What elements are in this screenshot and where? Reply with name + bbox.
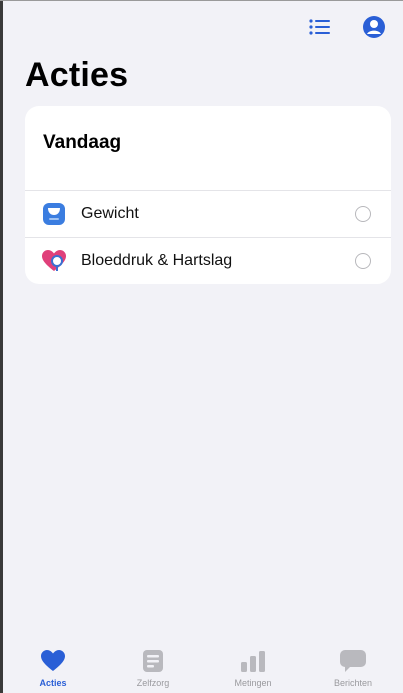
card-title: Vandaag	[43, 132, 122, 153]
bar-chart-icon	[238, 647, 268, 675]
scale-icon	[41, 201, 67, 227]
tab-label: Berichten	[333, 678, 373, 688]
tab-metingen[interactable]: Metingen	[213, 641, 293, 688]
list-icon[interactable]	[307, 14, 333, 40]
list-item-bloeddruk[interactable]: Bloeddruk & Hartslag	[25, 237, 391, 284]
tab-acties[interactable]: Acties	[13, 641, 93, 688]
window-frame-top	[0, 0, 403, 1]
heart-stethoscope-icon	[41, 248, 67, 274]
tab-label: Metingen	[234, 678, 272, 688]
today-card: Vandaag Gewicht Bloeddruk & Hartslag	[25, 106, 391, 284]
tab-bar: Acties Zelfzorg Metingen Berichten	[3, 641, 403, 693]
top-toolbar	[307, 14, 387, 40]
tab-zelfzorg[interactable]: Zelfzorg	[113, 641, 193, 688]
tab-label: Zelfzorg	[136, 678, 170, 688]
heart-icon	[38, 647, 68, 675]
profile-icon[interactable]	[361, 14, 387, 40]
page-title: Acties	[25, 56, 129, 94]
item-label: Gewicht	[81, 205, 139, 222]
document-icon	[138, 647, 168, 675]
list-item-gewicht[interactable]: Gewicht	[25, 190, 391, 237]
completion-radio[interactable]	[355, 206, 371, 222]
item-label: Bloeddruk & Hartslag	[81, 252, 233, 269]
tab-berichten[interactable]: Berichten	[313, 641, 393, 688]
tab-label: Acties	[39, 678, 67, 688]
completion-radio[interactable]	[355, 253, 371, 269]
window-frame-left	[0, 0, 3, 693]
chat-bubble-icon	[338, 647, 368, 675]
